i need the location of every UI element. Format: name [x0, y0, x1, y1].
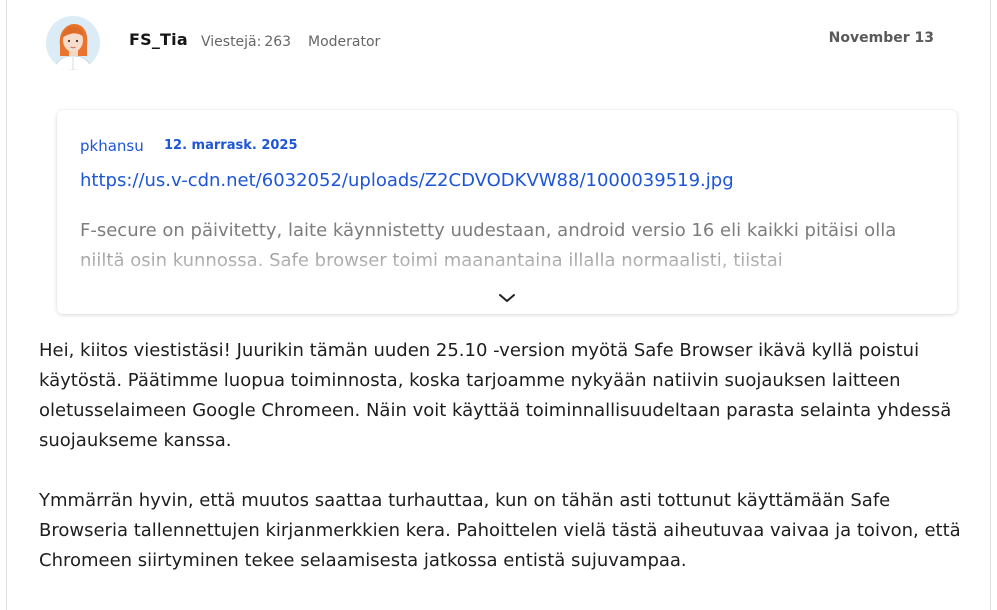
avatar[interactable]: [46, 16, 100, 70]
expand-quote-button[interactable]: [497, 290, 517, 306]
chevron-down-icon: [499, 294, 515, 302]
author-name[interactable]: FS_Tia: [129, 30, 188, 49]
user-avatar-icon: [46, 16, 100, 70]
quote-image-link[interactable]: https://us.v-cdn.net/6032052/uploads/Z2C…: [80, 170, 734, 191]
post-count: Viestejä: 263: [201, 34, 291, 50]
author-role: Moderator: [308, 34, 381, 50]
post-count-label: Viestejä:: [201, 34, 262, 50]
post-count-value: 263: [264, 34, 292, 50]
post-body: Hei, kiitos viestistäsi! Juurikin tämän …: [39, 336, 979, 606]
quote-block: pkhansu 12. marrask. 2025 https://us.v-c…: [57, 110, 957, 314]
post-date[interactable]: November 13: [829, 30, 934, 46]
post-paragraph: Ymmärrän hyvin, että muutos saattaa turh…: [39, 490, 961, 571]
forum-post: FS_Tia Viestejä: 263 Moderator November 1…: [6, 0, 991, 610]
quote-author[interactable]: pkhansu: [80, 137, 144, 155]
quote-date[interactable]: 12. marrask. 2025: [164, 138, 298, 153]
post-paragraph: Hei, kiitos viestistäsi! Juurikin tämän …: [39, 340, 952, 451]
